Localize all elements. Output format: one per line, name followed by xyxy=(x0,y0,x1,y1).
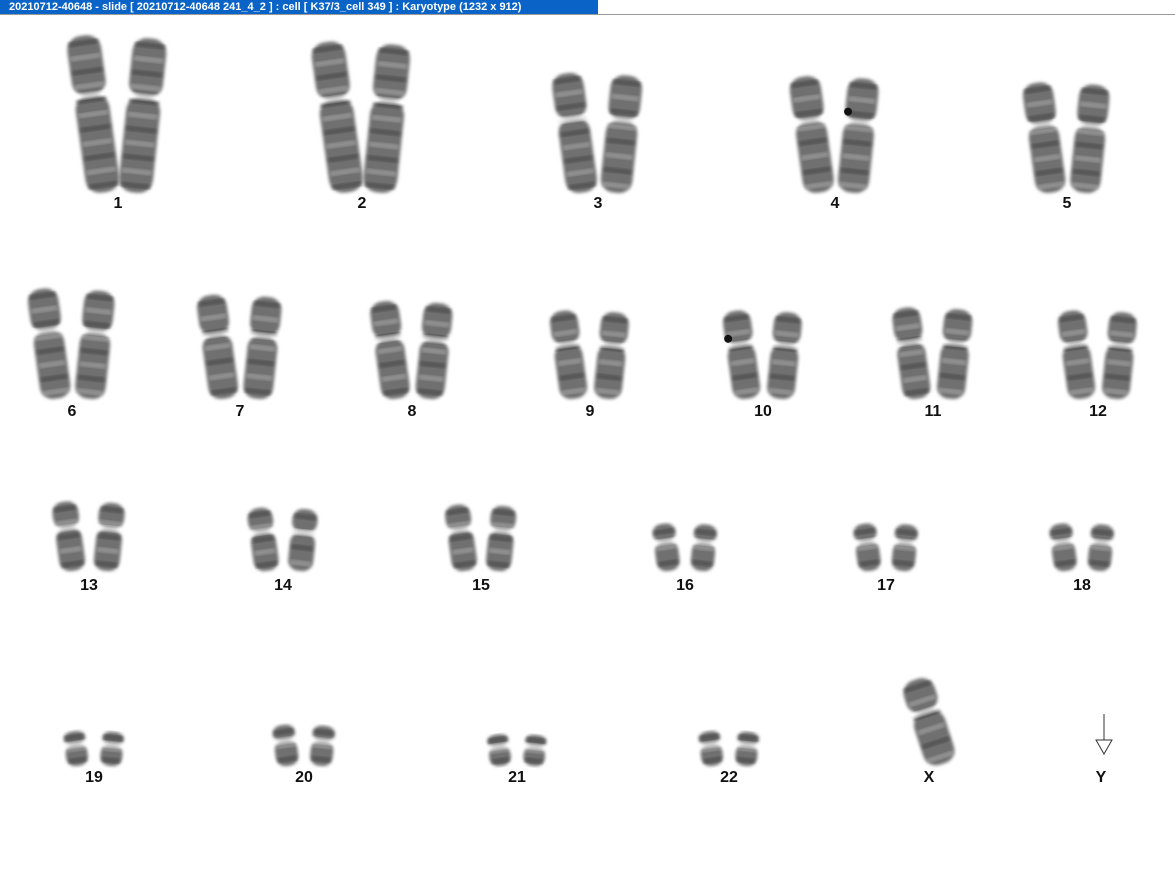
window-title[interactable]: 20210712-40648 - slide [ 20210712-40648 … xyxy=(0,0,598,14)
title-bar-row: 20210712-40648 - slide [ 20210712-40648 … xyxy=(0,0,1175,15)
chromosome-label: Y xyxy=(1095,769,1107,786)
chromosome-pair-image xyxy=(1095,714,1113,756)
karyogram-canvas: 1 2 3 4 5 6 7 8 9 10 11 12 13 14 15 16 17 18 19 20 21 22 X Y xyxy=(0,15,1175,888)
down-arrow-icon xyxy=(1095,714,1113,756)
